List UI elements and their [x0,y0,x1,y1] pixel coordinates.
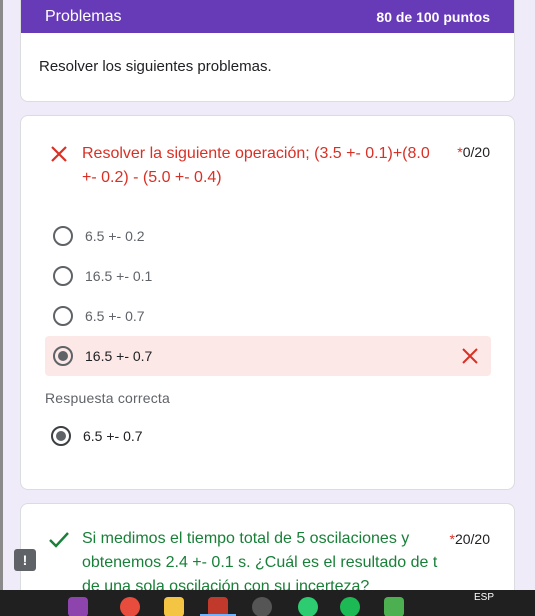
section-header-bar: Problemas 80 de 100 puntos [21,0,514,33]
option-4-label: 16.5 +- 0.7 [85,348,153,364]
radio-checked-icon [51,426,71,446]
question-card-1: Resolver la siguiente operación; (3.5 +-… [20,115,515,490]
correct-answer-heading: Respuesta correcta [45,390,170,406]
option-3[interactable]: 6.5 +- 0.7 [45,296,491,336]
incorrect-answer-x-icon [462,348,478,364]
report-feedback-button[interactable]: ! [14,549,36,571]
app-icon-2[interactable] [384,597,404,616]
edge-icon[interactable] [298,597,318,616]
option-4-selected-incorrect[interactable]: 16.5 +- 0.7 [45,336,491,376]
left-window-edge [0,0,3,590]
option-1-label: 6.5 +- 0.2 [85,228,145,244]
radio-unchecked-icon[interactable] [53,266,73,286]
question-1-points: 0/20 [462,144,490,160]
chrome-icon[interactable] [120,597,140,616]
correct-check-icon [49,532,69,548]
radio-unchecked-icon[interactable] [53,226,73,246]
option-1[interactable]: 6.5 +- 0.2 [45,216,491,256]
file-explorer-icon[interactable] [164,597,184,616]
option-3-label: 6.5 +- 0.7 [85,308,145,324]
language-indicator[interactable]: ESP [474,592,494,603]
incorrect-x-icon [51,146,67,162]
option-2[interactable]: 16.5 +- 0.1 [45,256,491,296]
question-2-points: 20/20 [454,531,490,547]
radio-checked-icon[interactable] [53,346,73,366]
question-1-score: *0/20 [457,144,490,160]
section-title: Problemas [45,7,122,25]
correct-answer-row: 6.5 +- 0.7 [51,421,143,451]
taskbar: ESP [0,590,535,616]
browser-icon[interactable] [68,597,88,616]
option-2-label: 16.5 +- 0.1 [85,268,153,284]
media-icon[interactable] [252,597,272,616]
question-2-text: Si medimos el tiempo total de 5 oscilaci… [82,530,438,595]
section-description: Resolver los siguientes problemas. [39,58,272,75]
section-header-card: Problemas 80 de 100 puntos Resolver los … [20,0,515,102]
spotify-icon[interactable] [340,597,360,616]
question-2-score: *20/20 [450,531,491,547]
question-1-text: Resolver la siguiente operación; (3.5 +-… [82,145,430,186]
section-score: 80 de 100 puntos [376,8,490,25]
radio-unchecked-icon[interactable] [53,306,73,326]
correct-answer-label: 6.5 +- 0.7 [83,428,143,444]
